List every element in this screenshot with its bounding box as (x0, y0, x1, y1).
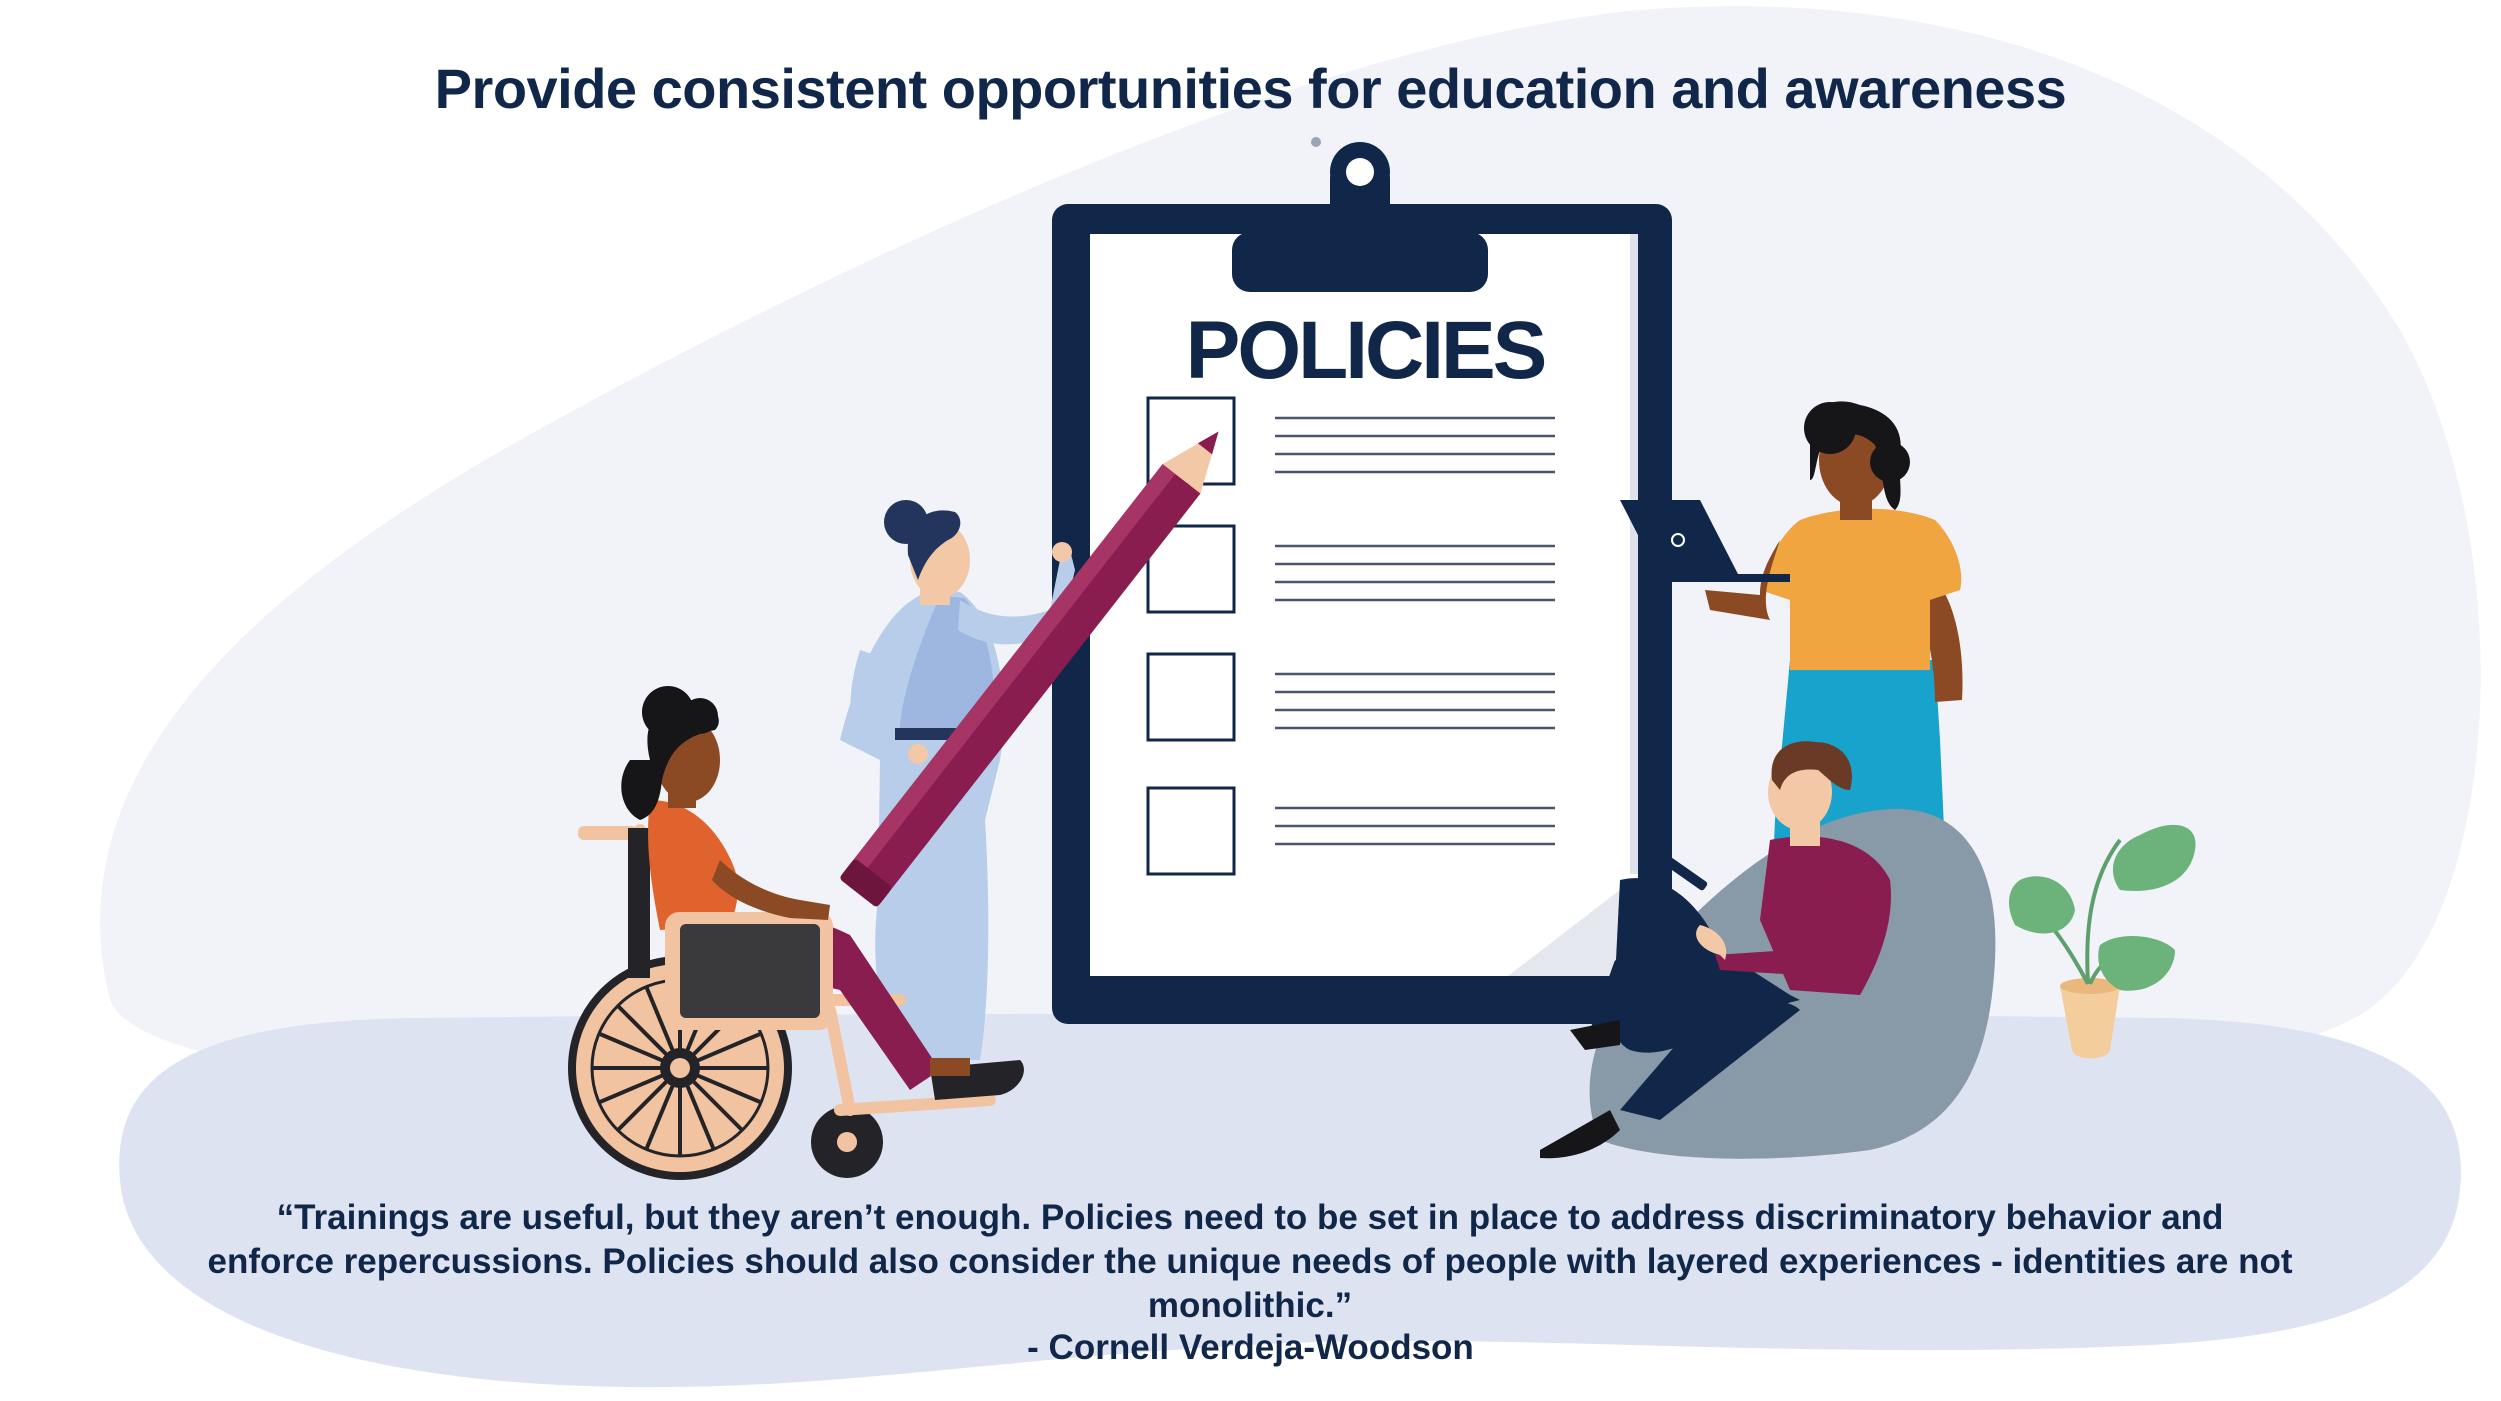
quote-attribution: - Cornell Verdeja-Woodson (1027, 1328, 1474, 1367)
policies-heading: POLICIES (1186, 305, 1545, 396)
clip-hole (1346, 158, 1374, 186)
quote-text: “Trainings are useful, but they aren’t e… (160, 1196, 2340, 1328)
page-title: Provide consistent opportunities for edu… (434, 57, 2067, 120)
paper-shadow (1630, 234, 1638, 874)
illustration-canvas: POLICIES (0, 0, 2501, 1396)
clipboard-illustration: POLICIES (1052, 142, 1672, 1024)
quote-line: “Trainings are useful, but they aren’t e… (276, 1198, 2224, 1237)
decorative-dot (1311, 137, 1321, 147)
clipboard-clip (1232, 232, 1488, 292)
quote-line: enforce repercussions. Policies should a… (207, 1242, 2293, 1325)
